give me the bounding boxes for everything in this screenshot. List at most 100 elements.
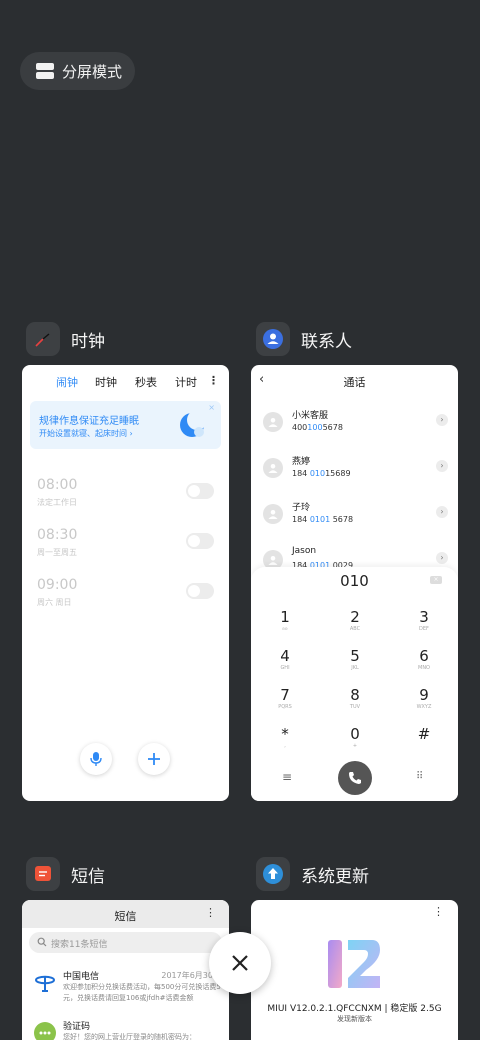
app-name-contacts: 联系人: [301, 331, 352, 352]
microphone-icon: [90, 752, 102, 766]
china-telecom-avatar: [34, 972, 56, 994]
chevron-right-icon[interactable]: ›: [436, 460, 448, 472]
alarm-time: 09:00: [37, 577, 78, 593]
contact-name: 子玲: [292, 503, 311, 513]
dialpad-grid-icon[interactable]: ⠿: [416, 771, 423, 782]
alarm-repeat: 周六 周日: [37, 598, 72, 607]
update-status: 发现新版本: [337, 1015, 372, 1023]
avatar: [263, 458, 283, 478]
more-icon[interactable]: ⋮: [208, 374, 219, 387]
sender-name: 验证码: [63, 1022, 91, 1032]
dial-key-6[interactable]: 6 MNO: [399, 648, 449, 672]
search-icon: [37, 937, 47, 947]
app-header-contacts[interactable]: 联系人: [256, 322, 352, 356]
clock-tabs: 闹钟 时钟 秒表 计时 ⋮: [22, 374, 229, 394]
backspace-icon[interactable]: ×: [430, 576, 442, 584]
update-app-card[interactable]: ⋮ MIUI V12.0.2.1.QFCCNXM | 稳定版 2.5G 发现新版…: [251, 900, 458, 1040]
plus-icon: [148, 753, 160, 765]
contacts-app-card[interactable]: ‹ 通话 小米客服 4001005678 › 燕婷 184 01015689 ›…: [251, 365, 458, 801]
tab-clock[interactable]: 时钟: [95, 374, 117, 390]
avatar: [263, 504, 283, 524]
dial-key-4[interactable]: 4 GHI: [260, 648, 310, 672]
sleep-moon-icon: [180, 410, 207, 437]
app-name-sms: 短信: [71, 866, 105, 887]
app-name-update: 系统更新: [301, 866, 369, 887]
avatar: [263, 412, 283, 432]
dial-key-0[interactable]: 0 +: [330, 726, 380, 750]
call-button[interactable]: [338, 761, 372, 795]
miui-12-logo: [328, 940, 380, 988]
menu-icon[interactable]: ≡: [282, 770, 292, 784]
contacts-app-icon: [256, 322, 290, 356]
chevron-right-icon[interactable]: ›: [436, 506, 448, 518]
alarm-time: 08:30: [37, 527, 78, 543]
app-name-clock: 时钟: [71, 331, 105, 352]
tab-alarm[interactable]: 闹钟: [56, 374, 78, 390]
update-app-icon: [256, 857, 290, 891]
alarm-item[interactable]: 08:00 法定工作日: [37, 477, 214, 517]
contact-row[interactable]: 燕婷 184 01015689 ›: [263, 454, 448, 488]
promo-close-icon[interactable]: ×: [208, 403, 215, 412]
promo-title: 规律作息保证充足睡眠: [39, 416, 139, 427]
clock-app-card[interactable]: 闹钟 时钟 秒表 计时 ⋮ 规律作息保证充足睡眠 开始设置就寝、起床时间 › ×…: [22, 365, 229, 801]
alarm-toggle[interactable]: [186, 533, 214, 549]
message-preview: 您好！您的网上营业厅登录的随机密码为：: [63, 1033, 196, 1040]
tab-stopwatch[interactable]: 秒表: [135, 374, 157, 390]
dialpad: 010 × 1 ဓဓ 2 ABC 3 DEF 4 GHI 5 JKL 6 MNO 7 PQRS…: [251, 567, 458, 801]
contact-name: 燕婷: [292, 457, 311, 467]
sms-app-card[interactable]: 短信 ⋮ 搜索11条短信 中国电信 2017年6月30日 欢迎参加积分兑换话费活…: [22, 900, 229, 1040]
more-icon[interactable]: ⋮: [433, 905, 444, 918]
dial-key-1[interactable]: 1 ဓဓ: [260, 609, 310, 633]
message-item[interactable]: 验证码 您好！您的网上营业厅登录的随机密码为：: [34, 1019, 221, 1040]
sms-app-icon: [26, 857, 60, 891]
tab-timer[interactable]: 计时: [175, 374, 197, 390]
close-icon: [232, 955, 248, 971]
dial-key-3[interactable]: 3 DEF: [399, 609, 449, 633]
alarm-toggle[interactable]: [186, 483, 214, 499]
contact-row[interactable]: 小米客服 4001005678 ›: [263, 408, 448, 442]
alarm-repeat: 法定工作日: [37, 498, 77, 507]
update-version: MIUI V12.0.2.1.QFCCNXM | 稳定版 2.5G: [267, 1004, 442, 1014]
split-screen-label: 分屏模式: [62, 62, 123, 81]
alarm-item[interactable]: 08:30 周一至周五: [37, 527, 214, 567]
add-alarm-button[interactable]: [138, 743, 170, 775]
contact-name: Jason: [292, 546, 317, 556]
verification-code-avatar: [34, 1022, 56, 1040]
page-title: 通话: [343, 376, 366, 389]
dial-key-8[interactable]: 8 TUV: [330, 687, 380, 711]
dial-key-2[interactable]: 2 ABC: [330, 609, 380, 633]
dial-key-star[interactable]: *,: [260, 726, 310, 750]
sms-header: 短信 ⋮: [22, 900, 229, 928]
promo-subtitle: 开始设置就寝、起床时间 ›: [39, 429, 133, 438]
dial-key-5[interactable]: 5 JKL: [330, 648, 380, 672]
split-screen-button[interactable]: 分屏模式: [20, 52, 135, 90]
chevron-right-icon[interactable]: ›: [436, 552, 448, 564]
dialed-number: 010: [340, 572, 369, 590]
dial-key-9[interactable]: 9 WXYZ: [399, 687, 449, 711]
alarm-repeat: 周一至周五: [37, 548, 77, 557]
alarm-toggle[interactable]: [186, 583, 214, 599]
split-screen-icon: [36, 63, 54, 79]
contact-name: 小米客服: [292, 411, 329, 421]
search-field[interactable]: 搜索11条短信: [29, 932, 222, 953]
dial-key-7[interactable]: 7 PQRS: [260, 687, 310, 711]
dial-key-hash[interactable]: #: [399, 726, 449, 742]
contact-number: 4001005678: [292, 423, 343, 432]
app-header-clock[interactable]: 时钟: [26, 322, 105, 356]
search-placeholder: 搜索11条短信: [51, 940, 108, 950]
message-preview: 欢迎参加积分兑换话费活动，每500分可兑换话费5元，兑换话费请回复106或jfd…: [63, 983, 221, 1002]
page-title: 短信: [114, 910, 137, 923]
app-header-update[interactable]: 系统更新: [256, 857, 369, 891]
voice-alarm-button[interactable]: [80, 743, 112, 775]
sender-name: 中国电信: [63, 972, 100, 982]
contact-number: 184 0101 5678: [292, 515, 354, 524]
contact-row[interactable]: 子玲 184 0101 5678 ›: [263, 500, 448, 534]
app-header-sms[interactable]: 短信: [26, 857, 105, 891]
message-item[interactable]: 中国电信 2017年6月30日 欢迎参加积分兑换话费活动，每500分可兑换话费5…: [34, 969, 221, 1009]
contact-number: 184 01015689: [292, 469, 351, 478]
sleep-promo-banner[interactable]: 规律作息保证充足睡眠 开始设置就寝、起床时间 › ×: [30, 401, 221, 449]
chevron-right-icon[interactable]: ›: [436, 414, 448, 426]
more-icon[interactable]: ⋮: [205, 906, 216, 919]
clear-all-button[interactable]: [209, 932, 271, 994]
alarm-item[interactable]: 09:00 周六 周日: [37, 577, 214, 617]
